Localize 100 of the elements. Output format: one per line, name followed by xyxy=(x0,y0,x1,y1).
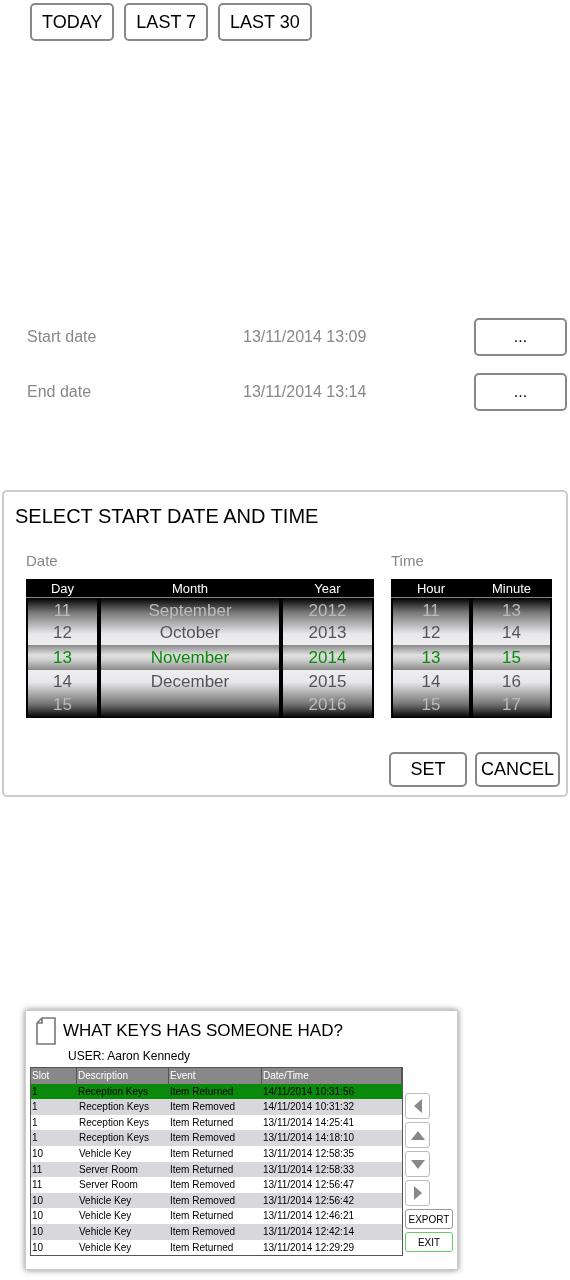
group-label: Time xyxy=(391,551,425,571)
wheel-value: 13 xyxy=(502,599,521,622)
table-cell-text: Vehicle Key xyxy=(78,1240,133,1255)
column-header: Hour xyxy=(391,578,471,598)
wheel-value: 2012 xyxy=(308,599,347,622)
wheel-value: 2015 xyxy=(308,671,347,693)
wheel-value: 14 xyxy=(53,671,72,693)
range-button[interactable]: TODAY xyxy=(30,3,115,41)
table-cell-text: Item Removed xyxy=(169,1131,237,1146)
table-cell-text: Item Removed xyxy=(169,1193,237,1208)
dialog-button[interactable]: SET xyxy=(388,752,467,787)
left-arrow-icon xyxy=(413,1099,422,1113)
wheel-value: 15 xyxy=(421,693,441,716)
range-button[interactable]: LAST 7 xyxy=(124,3,209,41)
table-cell-text: Reception Keys xyxy=(78,1115,151,1130)
table-cell-text: Vehicle Key xyxy=(78,1146,133,1161)
table-cell-text: Server Room xyxy=(78,1162,139,1177)
wheel-value: 12 xyxy=(421,622,441,644)
wheel-value: December xyxy=(150,671,230,693)
wheel-value: 14 xyxy=(502,622,521,644)
table-cell-text: 1 xyxy=(31,1084,39,1099)
scroll-wheel[interactable]: September October November December xyxy=(99,597,281,718)
column-header: Date/Time xyxy=(262,1068,402,1084)
table-cell-text: 13/11/2014 14:25:41 xyxy=(262,1115,355,1130)
wheel-value: 2016 xyxy=(308,693,347,716)
table-cell-text: 1 xyxy=(31,1131,39,1146)
table-cell-text: Item Removed xyxy=(169,1178,237,1193)
wheel-value: 11 xyxy=(53,599,72,622)
table-cell-text: 10 xyxy=(31,1146,45,1161)
table-cell-text: Item Returned xyxy=(169,1084,235,1099)
table-cell-text: 10 xyxy=(31,1224,45,1239)
dialog-button[interactable]: CANCEL xyxy=(474,752,560,787)
wheel-value: 2014 xyxy=(308,646,347,669)
wheel-value: 11 xyxy=(422,599,440,622)
wheel-value: 15 xyxy=(53,693,72,716)
table-cell-text: 1 xyxy=(31,1100,39,1115)
table-cell-text: Vehicle Key xyxy=(78,1193,133,1208)
table-cell-text: Item Returned xyxy=(169,1115,235,1130)
table-cell-text: Vehicle Key xyxy=(78,1224,133,1239)
table-cell-text: 13/11/2014 14:18:10 xyxy=(262,1131,355,1146)
table-row[interactable]: 1 Reception Keys Item Removed 13/11/2014 14:18:10 xyxy=(31,1130,402,1146)
exit-button[interactable]: EXIT xyxy=(405,1232,453,1252)
table-cell-text: 11 xyxy=(31,1162,44,1177)
down-arrow-icon xyxy=(410,1159,425,1169)
table-cell-text: 11 xyxy=(31,1178,44,1193)
table-cell-text: 13/11/2014 12:46:21 xyxy=(262,1209,355,1224)
wheel-value: 13 xyxy=(53,646,72,669)
range-button[interactable]: LAST 30 xyxy=(218,3,312,41)
field-label: End date xyxy=(27,382,93,402)
nav-button[interactable] xyxy=(405,1180,430,1206)
scroll-wheel[interactable]: 11 12 13 14 15 xyxy=(26,597,99,718)
right-arrow-icon xyxy=(413,1186,422,1200)
scroll-wheel[interactable]: 11 12 13 14 15 xyxy=(391,597,471,718)
table-cell-text: Item Returned xyxy=(169,1162,235,1177)
wheel-value: 17 xyxy=(502,693,521,716)
table-cell-text: 14/11/2014 10:31:32 xyxy=(262,1100,355,1115)
wheel-value: 15 xyxy=(502,646,521,669)
nav-button[interactable] xyxy=(405,1122,430,1148)
picker-button[interactable]: ... xyxy=(474,373,567,411)
scroll-wheel[interactable]: 2012 2013 2014 2015 2016 xyxy=(281,597,374,718)
field-value: 13/11/2014 13:09 xyxy=(243,327,368,347)
table-cell-text: 13/11/2014 12:56:47 xyxy=(262,1178,355,1193)
table-cell-text: Item Returned xyxy=(169,1240,235,1255)
table-cell-text: 10 xyxy=(31,1193,45,1208)
picker-button[interactable]: ... xyxy=(474,318,567,356)
wheel-value: 13 xyxy=(421,646,441,669)
wheel-value: 16 xyxy=(502,671,521,693)
wheel-value: 14 xyxy=(421,671,441,693)
nav-button[interactable] xyxy=(405,1151,430,1177)
table-row[interactable]: 1 Reception Keys Item Removed 14/11/2014 10:31:32 xyxy=(31,1099,402,1115)
table-cell-text: Vehicle Key xyxy=(78,1209,133,1224)
field-label: Start date xyxy=(27,327,98,347)
table-cell-text: Item Returned xyxy=(169,1209,235,1224)
report-title: WHAT KEYS HAS SOMEONE HAD? xyxy=(63,1020,343,1043)
table-cell-text: 10 xyxy=(31,1209,45,1224)
wheel-value: 2013 xyxy=(308,622,347,644)
table-cell-text: 13/11/2014 12:56:42 xyxy=(262,1193,355,1208)
nav-button[interactable] xyxy=(405,1093,430,1119)
table-cell-text: Item Removed xyxy=(169,1224,237,1239)
column-header: Day xyxy=(26,578,99,598)
scroll-wheel[interactable]: 13 14 15 16 17 xyxy=(471,597,552,718)
field-value: 13/11/2014 13:14 xyxy=(243,382,368,402)
table-cell-text: 13/11/2014 12:58:33 xyxy=(262,1162,355,1177)
column-header: Year xyxy=(281,578,374,598)
table-cell-text: 1 xyxy=(31,1115,39,1130)
up-arrow-icon xyxy=(410,1130,425,1140)
column-header: Event xyxy=(169,1068,262,1084)
table-cell-text: Item Removed xyxy=(169,1100,237,1115)
table-cell-text: 13/11/2014 12:29:29 xyxy=(262,1240,355,1255)
document-icon xyxy=(36,1017,56,1045)
column-header: Minute xyxy=(471,578,552,598)
group-label: Date xyxy=(26,551,59,571)
column-header: Slot xyxy=(31,1068,77,1084)
table-cell-text: Reception Keys xyxy=(78,1100,151,1115)
dialog-title: SELECT START DATE AND TIME xyxy=(15,504,320,529)
export-button[interactable]: EXPORT xyxy=(405,1209,453,1229)
table-cell-text: Reception Keys xyxy=(77,1084,150,1099)
user-label: USER: Aaron Kennedy xyxy=(68,1048,192,1065)
wheel-value: October xyxy=(159,622,221,644)
column-header: Month xyxy=(99,578,281,598)
